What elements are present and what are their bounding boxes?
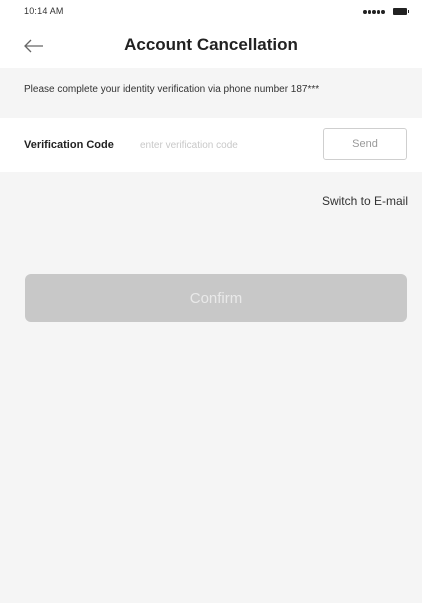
header: Account Cancellation [0, 28, 422, 64]
status-bar: 10:14 AM [0, 0, 422, 22]
verification-code-input[interactable] [138, 134, 312, 156]
top-area: 10:14 AM Account Cancellation [0, 0, 422, 68]
confirm-button[interactable]: Confirm [25, 274, 407, 322]
switch-to-email-link[interactable]: Switch to E-mail [322, 194, 408, 208]
verification-notice-text: Please complete your identity verificati… [24, 84, 320, 95]
signal-icon [363, 10, 385, 14]
page-title: Account Cancellation [124, 35, 298, 54]
verification-form-row: Verification Code Send [0, 118, 422, 172]
verification-code-label: Verification Code [24, 139, 114, 151]
battery-icon [393, 8, 409, 15]
send-code-button[interactable]: Send [323, 128, 407, 160]
status-time: 10:14 AM [24, 6, 64, 16]
